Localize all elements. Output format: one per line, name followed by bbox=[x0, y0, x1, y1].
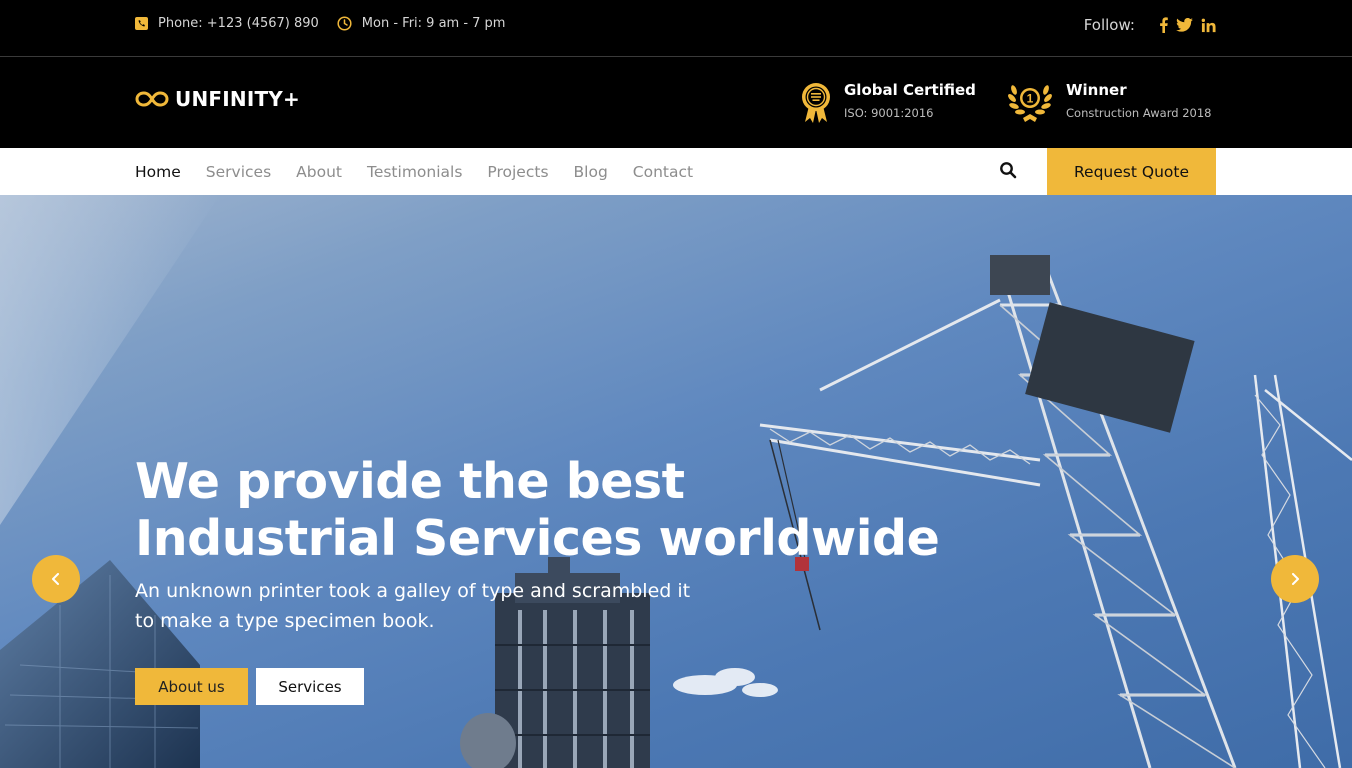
request-quote-button[interactable]: Request Quote bbox=[1047, 148, 1216, 195]
hero-slider: We provide the best Industrial Services … bbox=[0, 195, 1352, 768]
nav-item-testimonials[interactable]: Testimonials bbox=[367, 163, 462, 181]
subtext-line-2: to make a type specimen book. bbox=[135, 610, 435, 632]
follow-label: Follow: bbox=[1083, 16, 1135, 34]
nav-item-blog[interactable]: Blog bbox=[574, 163, 608, 181]
nav-menu: Home Services About Testimonials Project… bbox=[135, 148, 718, 195]
main-navigation: Home Services About Testimonials Project… bbox=[0, 148, 1352, 195]
hero-subtext: An unknown printer took a galley of type… bbox=[135, 576, 735, 636]
main-header: UNFINITY+ Global Certified ISO: 9001:201… bbox=[0, 58, 1352, 148]
award-winner: 1 Winner Construction Award 2018 bbox=[1006, 80, 1211, 128]
hero-headline: We provide the best Industrial Services … bbox=[135, 453, 940, 567]
chevron-right-icon bbox=[1292, 573, 1299, 585]
headline-line-1: We provide the best bbox=[135, 453, 685, 510]
phone-text: Phone: +123 (4567) 890 bbox=[158, 16, 319, 31]
search-icon[interactable] bbox=[999, 161, 1019, 181]
phone-icon bbox=[135, 17, 148, 30]
svg-text:1: 1 bbox=[1027, 92, 1034, 106]
facebook-icon[interactable] bbox=[1159, 17, 1168, 33]
headline-line-2: Industrial Services worldwide bbox=[135, 510, 940, 567]
award-certified: Global Certified ISO: 9001:2016 bbox=[800, 80, 976, 128]
services-button[interactable]: Services bbox=[256, 668, 364, 705]
award-title: Winner bbox=[1066, 81, 1127, 99]
award-subtitle: ISO: 9001:2016 bbox=[844, 106, 934, 120]
subtext-line-1: An unknown printer took a galley of type… bbox=[135, 580, 691, 602]
slider-prev-button[interactable] bbox=[32, 555, 80, 603]
about-us-button[interactable]: About us bbox=[135, 668, 248, 705]
social-follow: Follow: bbox=[1084, 16, 1216, 34]
nav-item-services[interactable]: Services bbox=[206, 163, 271, 181]
infinity-logo-icon bbox=[135, 91, 169, 107]
chevron-left-icon bbox=[52, 573, 59, 585]
clock-icon bbox=[337, 16, 352, 31]
award-subtitle: Construction Award 2018 bbox=[1066, 106, 1212, 120]
top-bar: Phone: +123 (4567) 890 Mon - Fri: 9 am -… bbox=[0, 0, 1352, 57]
twitter-icon[interactable] bbox=[1176, 18, 1193, 32]
nav-item-contact[interactable]: Contact bbox=[633, 163, 693, 181]
hours-text: Mon - Fri: 9 am - 7 pm bbox=[361, 16, 506, 31]
nav-item-home[interactable]: Home bbox=[135, 163, 181, 181]
slider-next-button[interactable] bbox=[1271, 555, 1319, 603]
hours-item: Mon - Fri: 9 am - 7 pm bbox=[337, 16, 506, 31]
contact-info: Phone: +123 (4567) 890 Mon - Fri: 9 am -… bbox=[135, 16, 523, 31]
laurel-number-one-icon: 1 bbox=[1006, 80, 1054, 128]
linkedin-icon[interactable] bbox=[1201, 18, 1216, 33]
logo-text: UNFINITY+ bbox=[175, 87, 300, 111]
award-title: Global Certified bbox=[844, 81, 976, 99]
phone-item[interactable]: Phone: +123 (4567) 890 bbox=[135, 16, 319, 31]
nav-item-about[interactable]: About bbox=[296, 163, 342, 181]
certificate-badge-icon bbox=[800, 80, 832, 128]
nav-item-projects[interactable]: Projects bbox=[487, 163, 548, 181]
site-logo[interactable]: UNFINITY+ bbox=[135, 87, 300, 111]
